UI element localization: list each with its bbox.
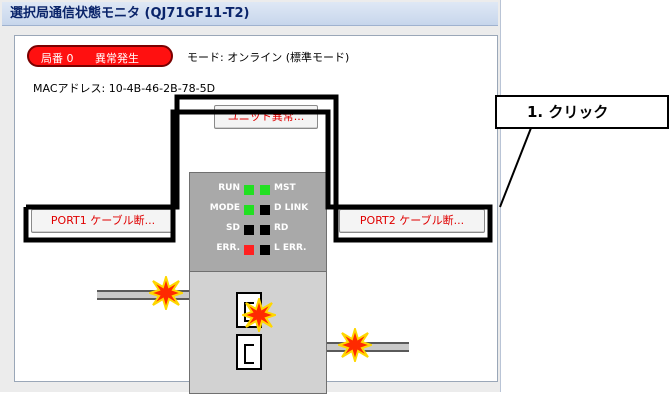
- highlight-outline: [23, 94, 493, 243]
- callout-pointer: [499, 127, 556, 208]
- click-callout: 1. クリック: [495, 95, 669, 129]
- highlight-overlay: [23, 94, 556, 243]
